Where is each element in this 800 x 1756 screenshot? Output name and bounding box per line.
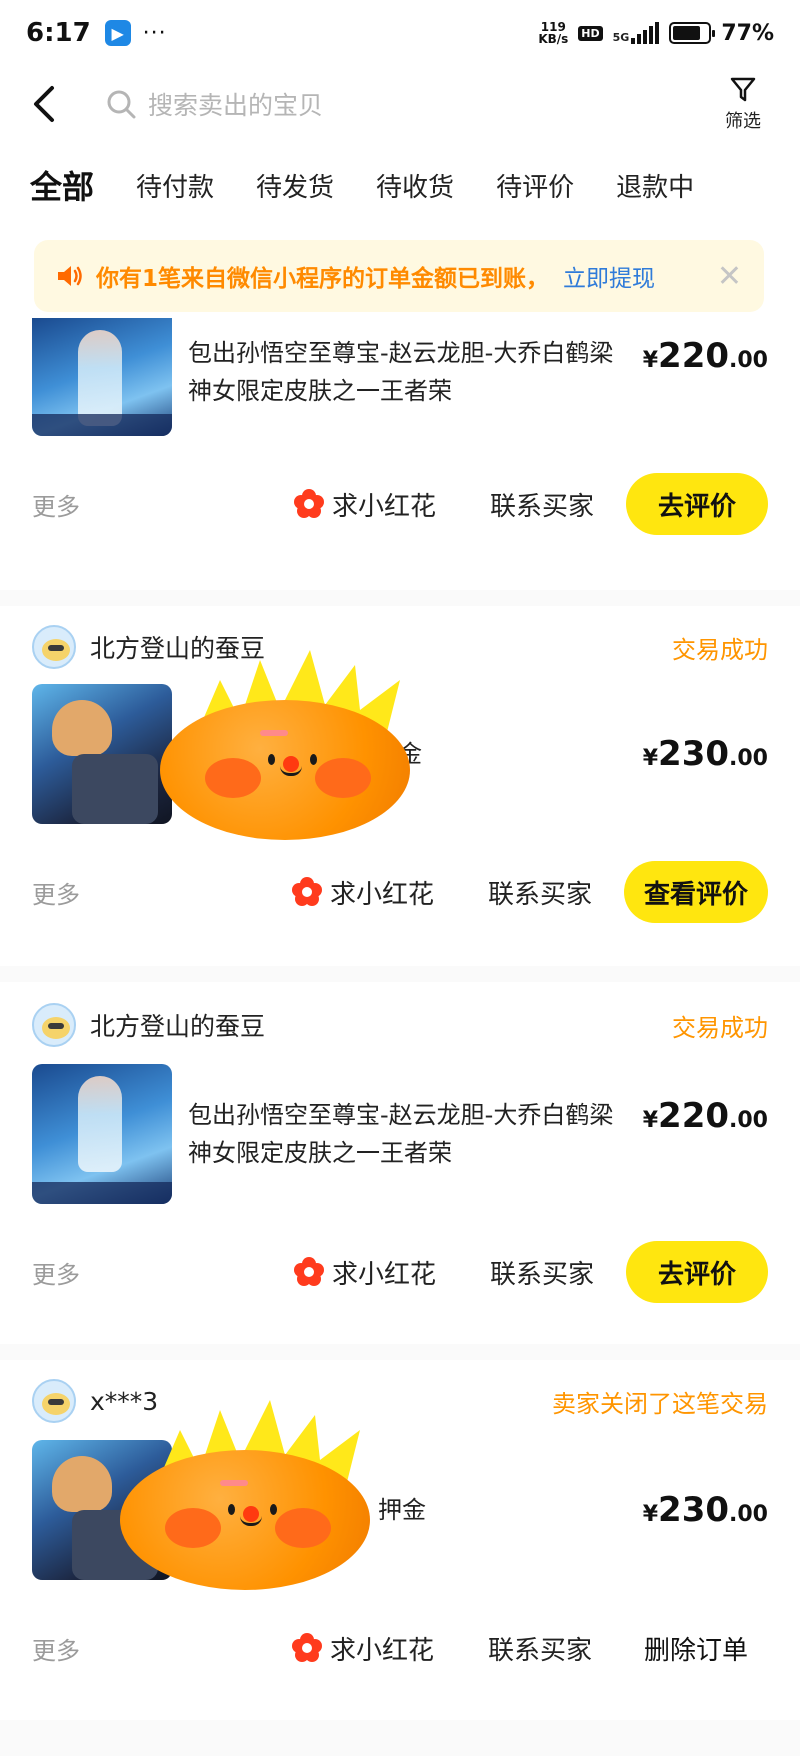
tab-all[interactable]: 全部 — [30, 162, 95, 208]
divider — [0, 590, 800, 606]
product-thumbnail — [32, 1064, 172, 1204]
order-actions: 更多 求小红花 联系买家 删除订单 — [0, 1580, 800, 1716]
mascot-sticker-icon — [150, 650, 420, 840]
contact-buyer-button[interactable]: 联系买家 — [490, 486, 594, 523]
notice-text: 你有1笔来自微信小程序的订单金额已到账， — [96, 266, 550, 292]
tab-pending-payment[interactable]: 待付款 — [136, 167, 214, 204]
red-flower-icon — [291, 877, 322, 907]
red-flower-icon — [291, 1633, 322, 1663]
product-title: 包出孙悟空至尊宝-赵云龙胆-大乔白鹤梁神女限定皮肤之一王者荣 — [188, 339, 614, 405]
contact-buyer-button[interactable]: 联系买家 — [488, 874, 592, 911]
product-price: ¥220.00 — [642, 336, 768, 376]
status-badge: 交易成功 — [672, 635, 768, 664]
tab-pending-receipt[interactable]: 待收货 — [376, 167, 454, 204]
seller-name: 北方登山的蚕豆 — [90, 1012, 266, 1041]
status-bar: 6:17 ▶ ··· 119 KB/s HD 5G 77% — [0, 0, 800, 66]
review-button[interactable]: 去评价 — [626, 1241, 768, 1303]
payout-notice: 你有1笔来自微信小程序的订单金额已到账， 立即提现 ✕ — [34, 240, 764, 312]
order-card: 包出孙悟空至尊宝-赵云龙胆-大乔白鹤梁神女限定皮肤之一王者荣 ¥220.00 更… — [0, 318, 800, 572]
more-button[interactable]: 更多 — [32, 487, 80, 522]
ask-flower-button[interactable]: 求小红花 — [293, 1254, 436, 1291]
tab-refunding[interactable]: 退款中 — [616, 167, 694, 204]
signal-icon: 5G — [613, 22, 660, 44]
battery-icon — [669, 22, 716, 44]
avatar — [32, 1379, 76, 1423]
battery-percent: 77% — [721, 20, 774, 46]
hd-icon: HD — [578, 25, 603, 41]
tab-pending-shipment[interactable]: 待发货 — [256, 167, 334, 204]
order-item[interactable]: 包出孙悟空至尊宝-赵云龙胆-大乔白鹤梁神女限定皮肤之一王者荣 ¥220.00 — [0, 1064, 800, 1204]
filter-button[interactable]: 筛选 — [708, 75, 778, 133]
avatar — [32, 1003, 76, 1047]
withdraw-link[interactable]: 立即提现 — [563, 259, 655, 293]
more-notifications-icon: ··· — [142, 20, 167, 46]
network-speed: 119 KB/s — [538, 20, 569, 46]
status-time: 6:17 — [26, 18, 91, 48]
more-button[interactable]: 更多 — [32, 1631, 80, 1666]
more-button[interactable]: 更多 — [32, 875, 80, 910]
order-actions: 更多 求小红花 联系买家 去评价 — [0, 436, 800, 572]
search-icon — [107, 90, 136, 119]
filter-icon — [730, 77, 756, 102]
contact-buyer-button[interactable]: 联系买家 — [488, 1630, 592, 1667]
seller-row[interactable]: 北方登山的蚕豆 交易成功 — [0, 998, 800, 1052]
app-notification-icon: ▶ — [104, 20, 131, 46]
order-item[interactable]: 包出孙悟空至尊宝-赵云龙胆-大乔白鹤梁神女限定皮肤之一王者荣 ¥220.00 — [0, 318, 800, 436]
order-tabs: 全部 待付款 待发货 待收货 待评价 退款中 — [0, 150, 800, 220]
status-badge: 卖家关闭了这笔交易 — [552, 1389, 768, 1418]
product-title: 包出孙悟空至尊宝-赵云龙胆-大乔白鹤梁神女限定皮肤之一王者荣 — [188, 1101, 614, 1167]
avatar — [32, 625, 76, 669]
search-input[interactable]: 搜索卖出的宝贝 — [106, 78, 698, 130]
ask-flower-button[interactable]: 求小红花 — [291, 1630, 434, 1667]
close-icon[interactable]: ✕ — [717, 259, 742, 294]
red-flower-icon — [293, 489, 324, 519]
contact-buyer-button[interactable]: 联系买家 — [490, 1254, 594, 1291]
search-placeholder: 搜索卖出的宝贝 — [148, 91, 324, 120]
search-header: 搜索卖出的宝贝 筛选 — [0, 66, 800, 142]
order-actions: 更多 求小红花 联系买家 去评价 — [0, 1204, 800, 1340]
speaker-icon — [58, 266, 82, 286]
view-review-button[interactable]: 查看评价 — [623, 861, 768, 923]
status-badge: 交易成功 — [672, 1013, 768, 1042]
filter-label: 筛选 — [725, 111, 761, 132]
mascot-sticker-icon — [110, 1400, 380, 1590]
order-card: 北方登山的蚕豆 交易成功 包出孙悟空至尊宝-赵云龙胆-大乔白鹤梁神女限定皮肤之一… — [0, 982, 800, 1340]
tab-pending-review[interactable]: 待评价 — [496, 167, 574, 204]
product-price: ¥230.00 — [642, 1490, 768, 1530]
product-thumbnail — [32, 318, 172, 436]
chevron-left-icon — [34, 86, 54, 122]
red-flower-icon — [293, 1257, 324, 1287]
ask-flower-button[interactable]: 求小红花 — [291, 874, 434, 911]
product-price: ¥220.00 — [642, 1096, 768, 1136]
review-button[interactable]: 去评价 — [626, 473, 768, 535]
divider — [0, 1344, 800, 1360]
delete-order-button[interactable]: 删除订单 — [624, 1617, 768, 1679]
divider — [0, 1720, 800, 1756]
ask-flower-button[interactable]: 求小红花 — [293, 486, 436, 523]
back-button[interactable] — [22, 82, 66, 126]
more-button[interactable]: 更多 — [32, 1255, 80, 1290]
order-actions: 更多 求小红花 联系买家 查看评价 — [0, 824, 800, 960]
product-price: ¥230.00 — [642, 734, 768, 774]
divider — [0, 966, 800, 982]
